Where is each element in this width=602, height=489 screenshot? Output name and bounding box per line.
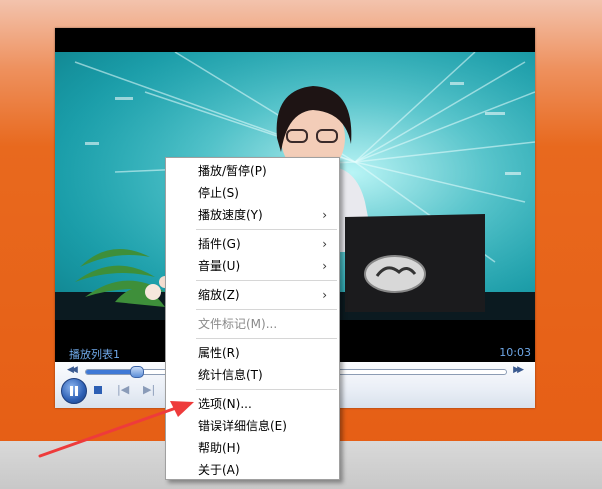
submenu-arrow-icon: › xyxy=(322,288,327,302)
menu-item[interactable]: 统计信息(T) xyxy=(166,364,339,386)
menu-item[interactable]: 停止(S) xyxy=(166,182,339,204)
menu-item[interactable]: 播放/暂停(P) xyxy=(166,160,339,182)
fast-forward-icon[interactable]: ▶▶ xyxy=(513,365,524,375)
menu-item-label: 选项(N)... xyxy=(198,397,252,411)
menu-separator xyxy=(196,280,337,281)
menu-separator xyxy=(196,338,337,339)
previous-icon[interactable]: |◀ xyxy=(117,383,129,396)
playlist-label[interactable]: 播放列表1 xyxy=(69,346,120,362)
menu-item[interactable]: 选项(N)... xyxy=(166,393,339,415)
seek-thumb[interactable] xyxy=(130,366,145,378)
menu-item-label: 缩放(Z) xyxy=(198,288,240,302)
pause-button[interactable] xyxy=(61,378,87,404)
menu-item-label: 错误详细信息(E) xyxy=(198,419,287,433)
menu-item[interactable]: 缩放(Z) › xyxy=(166,284,339,306)
rewind-icon[interactable]: ◀◀ xyxy=(67,365,78,375)
menu-item-label: 关于(A) xyxy=(198,463,240,477)
menu-item[interactable]: 关于(A) xyxy=(166,459,339,481)
menu-item[interactable]: 错误详细信息(E) xyxy=(166,415,339,437)
context-menu: 播放/暂停(P) 停止(S) 播放速度(Y) › 插件(G) › 音量(U) › 缩放(Z) › 文… xyxy=(165,157,340,480)
menu-item-label: 音量(U) xyxy=(198,259,241,273)
next-icon[interactable]: ▶| xyxy=(143,383,155,396)
menu-item[interactable]: 插件(G) › xyxy=(166,233,339,255)
menu-item-label: 帮助(H) xyxy=(198,441,241,455)
submenu-arrow-icon: › xyxy=(322,259,327,273)
submenu-arrow-icon: › xyxy=(322,208,327,222)
menu-item-label: 统计信息(T) xyxy=(198,368,263,382)
elapsed-time: 10:03 xyxy=(499,346,531,359)
menu-item[interactable]: 属性(R) xyxy=(166,342,339,364)
menu-item-label: 属性(R) xyxy=(198,346,240,360)
menu-item[interactable]: 播放速度(Y) › xyxy=(166,204,339,226)
menu-item-label: 播放速度(Y) xyxy=(198,208,263,222)
menu-item-label: 停止(S) xyxy=(198,186,239,200)
menu-item-label: 播放/暂停(P) xyxy=(198,164,267,178)
menu-item-label: 文件标记(M)... xyxy=(198,317,278,331)
menu-item[interactable]: 音量(U) › xyxy=(166,255,339,277)
seek-progress-fill xyxy=(86,370,137,374)
stop-button[interactable] xyxy=(94,386,102,394)
menu-separator xyxy=(196,309,337,310)
menu-separator xyxy=(196,229,337,230)
submenu-arrow-icon: › xyxy=(322,237,327,251)
menu-item-label: 插件(G) xyxy=(198,237,241,251)
menu-item[interactable]: 帮助(H) xyxy=(166,437,339,459)
menu-item: 文件标记(M)... xyxy=(166,313,339,335)
menu-separator xyxy=(196,389,337,390)
